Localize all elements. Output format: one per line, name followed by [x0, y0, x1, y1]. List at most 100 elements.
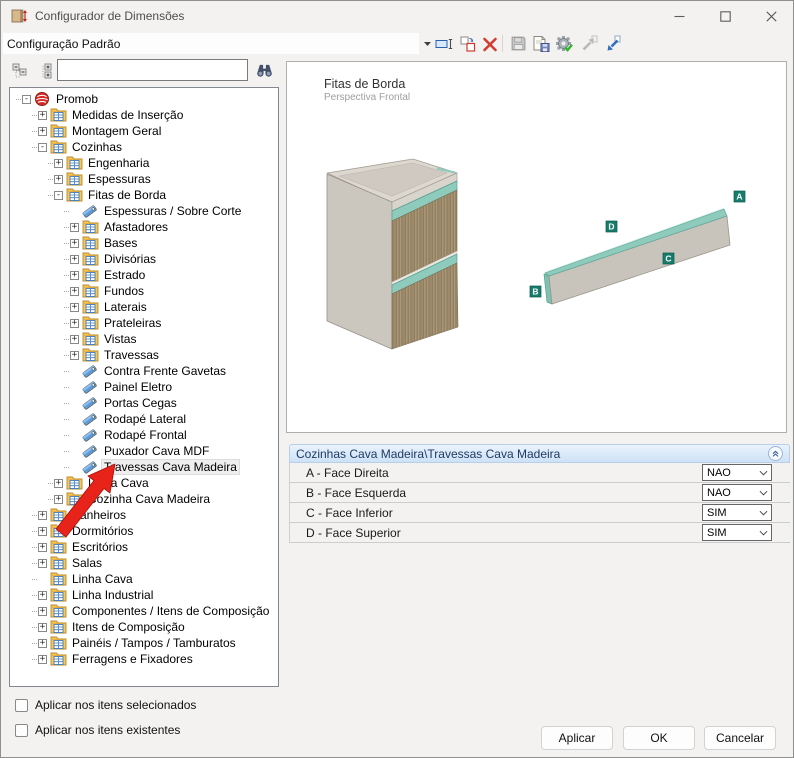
- duplicate-config-button[interactable]: [457, 33, 478, 54]
- tree-expand-icon[interactable]: +: [70, 351, 79, 360]
- checkbox-apply-selected[interactable]: Aplicar nos itens selecionados: [15, 698, 196, 712]
- rename-config-button[interactable]: [434, 33, 455, 54]
- tree-item[interactable]: Espessuras / Sobre Corte: [10, 203, 278, 219]
- checkbox-box[interactable]: [15, 724, 28, 737]
- tree-expand-icon[interactable]: +: [38, 127, 47, 136]
- toolbar: Configuração Padrão: [1, 31, 793, 57]
- tree-item[interactable]: +Travessas: [10, 347, 278, 363]
- tree-item-label: Prateleiras: [102, 316, 163, 330]
- tree-item[interactable]: +Espessuras: [10, 171, 278, 187]
- tree-item[interactable]: +Afastadores: [10, 219, 278, 235]
- tree-item[interactable]: +Escritórios: [10, 539, 278, 555]
- folder-table-icon: [50, 539, 67, 555]
- tree-expand-icon[interactable]: +: [38, 111, 47, 120]
- tree-expand-icon[interactable]: +: [38, 623, 47, 632]
- collapse-all-button[interactable]: [11, 62, 28, 80]
- svg-text:D: D: [608, 222, 614, 232]
- tree-expand-icon[interactable]: +: [54, 479, 63, 488]
- titlebar: Configurador de Dimensões: [1, 1, 793, 31]
- tree-item[interactable]: + Prateleiras: [10, 315, 278, 331]
- tree-item[interactable]: +Painéis / Tampos / Tamburatos: [10, 635, 278, 651]
- tree-expand-icon[interactable]: +: [70, 239, 79, 248]
- checkbox-box[interactable]: [15, 699, 28, 712]
- tree-expand-icon[interactable]: +: [38, 511, 47, 520]
- aplicar-button[interactable]: Aplicar: [541, 726, 613, 750]
- ok-button[interactable]: OK: [623, 726, 695, 750]
- folder-table-icon: [50, 651, 67, 667]
- tree-expand-icon[interactable]: +: [70, 271, 79, 280]
- folder-table-icon: [82, 347, 99, 363]
- tree-item[interactable]: +Banheiros: [10, 507, 278, 523]
- tree-expand-icon[interactable]: +: [38, 543, 47, 552]
- tree-item[interactable]: +Montagem Geral: [10, 123, 278, 139]
- tree-item[interactable]: +Linha Cava: [10, 475, 278, 491]
- apply-config-button[interactable]: [554, 33, 575, 54]
- tree-expand-icon[interactable]: +: [38, 607, 47, 616]
- tree-item[interactable]: Travessas Cava Madeira: [10, 459, 278, 475]
- search-input[interactable]: [57, 59, 248, 81]
- tree-expand-icon[interactable]: +: [70, 335, 79, 344]
- tree-expand-icon[interactable]: +: [54, 495, 63, 504]
- delete-config-button[interactable]: [479, 33, 500, 54]
- property-value-select[interactable]: NAO: [702, 464, 772, 481]
- tree-item[interactable]: + Estrado: [10, 267, 278, 283]
- property-value-select[interactable]: SIM: [702, 504, 772, 521]
- tree-item[interactable]: +Salas: [10, 555, 278, 571]
- property-value-select[interactable]: SIM: [702, 524, 772, 541]
- tree-item[interactable]: +Fundos: [10, 283, 278, 299]
- tree-item[interactable]: Painel Eletro: [10, 379, 278, 395]
- tree-expand-icon[interactable]: +: [70, 255, 79, 264]
- tree-item[interactable]: Rodapé Lateral: [10, 411, 278, 427]
- cancelar-button[interactable]: Cancelar: [704, 726, 776, 750]
- tree-expand-icon[interactable]: +: [70, 303, 79, 312]
- tree-item[interactable]: +Itens de Composição: [10, 619, 278, 635]
- tree-expand-icon[interactable]: +: [38, 639, 47, 648]
- tree-item[interactable]: -Fitas de Borda: [10, 187, 278, 203]
- config-selector-caret-icon[interactable]: [419, 33, 435, 54]
- tree-connector: [32, 659, 37, 660]
- tree-item[interactable]: Portas Cegas: [10, 395, 278, 411]
- close-button[interactable]: [748, 1, 794, 31]
- tree-expand-icon[interactable]: +: [38, 591, 47, 600]
- tree-collapse-icon[interactable]: -: [22, 95, 31, 104]
- collapse-panel-button[interactable]: [768, 446, 783, 461]
- tree-collapse-icon[interactable]: -: [38, 143, 47, 152]
- tree-item[interactable]: +Vistas: [10, 331, 278, 347]
- expand-all-button[interactable]: [39, 62, 56, 80]
- tree-item[interactable]: -Cozinhas: [10, 139, 278, 155]
- maximize-button[interactable]: [702, 1, 748, 31]
- tree-item[interactable]: +Engenharia: [10, 155, 278, 171]
- tree-item[interactable]: +Laterais: [10, 299, 278, 315]
- receive-down-button[interactable]: [602, 33, 623, 54]
- tree-item[interactable]: +Divisórias: [10, 251, 278, 267]
- tree-item-label: Estrado: [102, 268, 147, 282]
- tree-expand-icon[interactable]: +: [38, 559, 47, 568]
- tree-expand-icon[interactable]: +: [70, 319, 79, 328]
- tree-expand-icon[interactable]: +: [70, 223, 79, 232]
- export-file-button[interactable]: [531, 33, 552, 54]
- property-value-select[interactable]: NAO: [702, 484, 772, 501]
- tree-item[interactable]: +Bases: [10, 235, 278, 251]
- tree-expand-icon[interactable]: +: [54, 159, 63, 168]
- checkbox-apply-existing[interactable]: Aplicar nos itens existentes: [15, 723, 180, 737]
- tree-item-label: Ferragens e Fixadores: [70, 652, 195, 666]
- minimize-button[interactable]: [656, 1, 702, 31]
- tree-expand-icon[interactable]: +: [70, 287, 79, 296]
- tree-expand-icon[interactable]: +: [38, 527, 47, 536]
- tree-item[interactable]: -Promob: [10, 91, 278, 107]
- tree-expand-icon[interactable]: +: [38, 655, 47, 664]
- tree-item[interactable]: +Dormitórios: [10, 523, 278, 539]
- tree-item[interactable]: Puxador Cava MDF: [10, 443, 278, 459]
- tree-item[interactable]: + Ferragens e Fixadores: [10, 651, 278, 667]
- config-selector[interactable]: Configuração Padrão: [3, 33, 419, 54]
- binoculars-find-icon[interactable]: [253, 61, 275, 79]
- tree-item[interactable]: +Linha Industrial: [10, 587, 278, 603]
- tree-item[interactable]: Contra Frente Gavetas: [10, 363, 278, 379]
- tree-item[interactable]: +Medidas de Inserção: [10, 107, 278, 123]
- tree-item[interactable]: +Cozinha Cava Madeira: [10, 491, 278, 507]
- tree-collapse-icon[interactable]: -: [54, 191, 63, 200]
- tree-item[interactable]: +Componentes / Itens de Composição: [10, 603, 278, 619]
- tree-item[interactable]: Rodapé Frontal: [10, 427, 278, 443]
- tree-expand-icon[interactable]: +: [54, 175, 63, 184]
- tree-item[interactable]: Linha Cava: [10, 571, 278, 587]
